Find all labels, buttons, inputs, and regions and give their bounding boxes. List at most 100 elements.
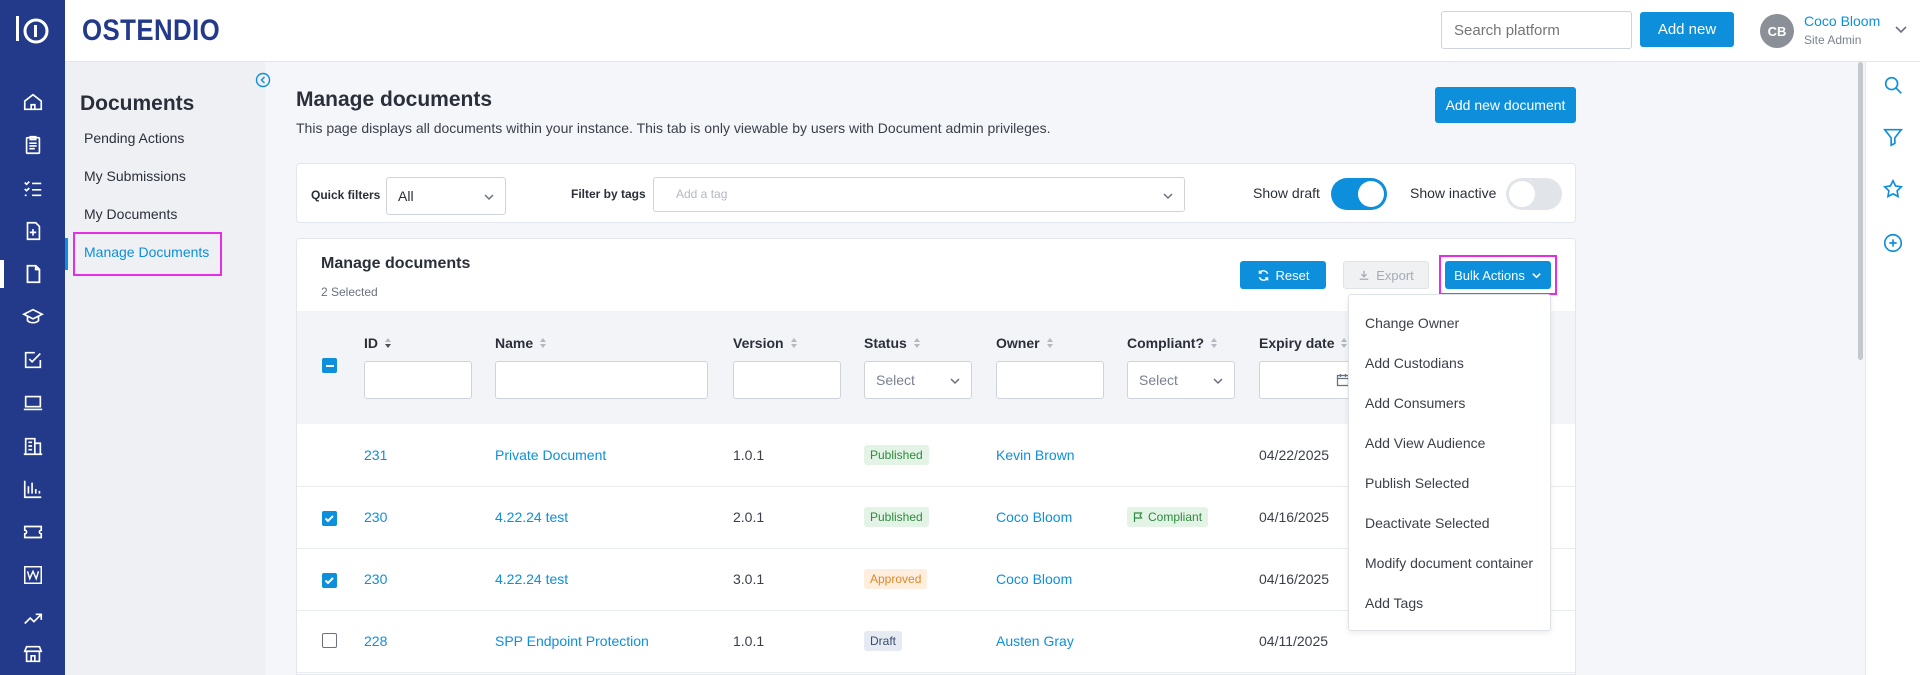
row-id[interactable]: 230 xyxy=(364,509,387,525)
home-icon[interactable] xyxy=(0,82,65,122)
add-document-icon[interactable] xyxy=(0,211,65,251)
sidebar-item-manage-documents[interactable]: Manage Documents xyxy=(84,244,209,260)
column-header-status[interactable]: Status xyxy=(864,335,921,351)
column-header-compliant[interactable]: Compliant? xyxy=(1127,335,1218,351)
row-checkbox[interactable] xyxy=(322,633,337,648)
row-owner[interactable]: Coco Bloom xyxy=(996,571,1072,587)
menu-item-change-owner[interactable]: Change Owner xyxy=(1365,315,1459,331)
menu-item-modify-document-container[interactable]: Modify document container xyxy=(1365,555,1533,571)
add-new-document-button[interactable]: Add new document xyxy=(1435,87,1576,123)
brand-logo[interactable]: OSTENDIO xyxy=(82,14,220,48)
chevron-down-icon xyxy=(1162,189,1174,205)
sidebar-item-my-submissions[interactable]: My Submissions xyxy=(84,168,186,184)
trending-up-icon[interactable] xyxy=(0,598,65,638)
document-icon[interactable] xyxy=(0,254,65,294)
column-header-owner[interactable]: Owner xyxy=(996,335,1054,351)
bulk-actions-label: Bulk Actions xyxy=(1454,267,1525,283)
bar-chart-icon[interactable] xyxy=(0,469,65,509)
check-square-icon[interactable] xyxy=(0,340,65,380)
sort-icon[interactable] xyxy=(1046,337,1054,349)
row-name[interactable]: SPP Endpoint Protection xyxy=(495,633,649,649)
filter-icon[interactable] xyxy=(1882,126,1904,153)
column-header-expiry-date[interactable]: Expiry date xyxy=(1259,335,1348,351)
compliant-filter-select[interactable]: Select xyxy=(1127,361,1235,399)
menu-item-add-consumers[interactable]: Add Consumers xyxy=(1365,395,1465,411)
sort-icon[interactable] xyxy=(913,337,921,349)
check-icon xyxy=(324,577,334,585)
star-icon[interactable] xyxy=(1882,178,1904,205)
avatar[interactable]: CB xyxy=(1760,14,1794,48)
row-version: 1.0.1 xyxy=(733,633,765,649)
version-filter-input[interactable] xyxy=(733,361,841,399)
row-name[interactable]: 4.22.24 test xyxy=(495,509,568,525)
row-id[interactable]: 230 xyxy=(364,571,387,587)
show-draft-toggle[interactable] xyxy=(1331,178,1387,210)
row-owner[interactable]: Coco Bloom xyxy=(996,509,1072,525)
show-inactive-label: Show inactive xyxy=(1410,185,1497,201)
show-inactive-toggle[interactable] xyxy=(1506,178,1562,210)
quick-filters-select[interactable]: All xyxy=(386,177,506,215)
row-id[interactable]: 231 xyxy=(364,447,387,463)
menu-item-deactivate-selected[interactable]: Deactivate Selected xyxy=(1365,515,1490,531)
bulk-actions-button[interactable]: Bulk Actions xyxy=(1445,261,1551,289)
owner-filter-input[interactable] xyxy=(996,361,1104,399)
column-header-version[interactable]: Version xyxy=(733,335,798,351)
status-badge: Draft xyxy=(864,631,903,651)
row-id[interactable]: 228 xyxy=(364,633,387,649)
row-checkbox[interactable] xyxy=(322,573,337,588)
menu-item-add-tags[interactable]: Add Tags xyxy=(1365,595,1423,611)
status-filter-placeholder: Select xyxy=(876,372,915,388)
status-filter-select[interactable]: Select xyxy=(864,361,972,399)
export-button[interactable]: Export xyxy=(1343,261,1429,289)
sort-icon[interactable] xyxy=(384,337,392,349)
sort-icon[interactable] xyxy=(790,337,798,349)
graduation-cap-icon[interactable] xyxy=(0,297,65,337)
checklist-icon[interactable] xyxy=(0,168,65,208)
plus-circle-icon[interactable] xyxy=(1882,232,1904,259)
row-version: 1.0.1 xyxy=(733,447,765,463)
top-bar: OSTENDIO Add new CB Coco Bloom Site Admi… xyxy=(65,0,1920,62)
user-name[interactable]: Coco Bloom xyxy=(1804,13,1880,29)
laptop-icon[interactable] xyxy=(0,383,65,423)
filter-by-tags-input[interactable]: Add a tag xyxy=(653,177,1185,212)
ticket-icon[interactable] xyxy=(0,512,65,552)
menu-item-add-view-audience[interactable]: Add View Audience xyxy=(1365,435,1485,451)
row-version: 3.0.1 xyxy=(733,571,765,587)
collapse-sidebar-icon[interactable] xyxy=(255,72,271,93)
refresh-icon xyxy=(1258,269,1268,281)
menu-item-add-custodians[interactable]: Add Custodians xyxy=(1365,355,1464,371)
sort-icon[interactable] xyxy=(1210,337,1218,349)
column-header-name[interactable]: Name xyxy=(495,335,547,351)
row-owner[interactable]: Austen Gray xyxy=(996,633,1074,649)
page-description: This page displays all documents within … xyxy=(296,120,1051,136)
chevron-down-icon[interactable] xyxy=(1894,22,1908,41)
add-new-button[interactable]: Add new xyxy=(1640,12,1734,47)
menu-item-publish-selected[interactable]: Publish Selected xyxy=(1365,475,1469,491)
search-platform-input[interactable] xyxy=(1441,11,1632,49)
row-name[interactable]: 4.22.24 test xyxy=(495,571,568,587)
select-all-checkbox[interactable] xyxy=(322,358,337,373)
name-filter-input[interactable] xyxy=(495,361,708,399)
scrollbar-thumb[interactable] xyxy=(1858,62,1863,360)
store-icon[interactable] xyxy=(0,634,65,674)
sidebar-item-my-documents[interactable]: My Documents xyxy=(84,206,177,222)
flag-icon xyxy=(1133,511,1143,522)
reset-button[interactable]: Reset xyxy=(1240,261,1326,289)
wiki-icon[interactable] xyxy=(0,555,65,595)
app-logo-icon[interactable] xyxy=(0,0,65,62)
row-owner[interactable]: Kevin Brown xyxy=(996,447,1075,463)
sidebar-item-pending-actions[interactable]: Pending Actions xyxy=(84,130,184,146)
chevron-down-icon xyxy=(1532,272,1541,278)
user-role: Site Admin xyxy=(1804,33,1862,47)
id-filter-input[interactable] xyxy=(364,361,472,399)
sort-icon[interactable] xyxy=(539,337,547,349)
bulk-actions-menu: Change Owner Add Custodians Add Consumer… xyxy=(1348,294,1551,631)
building-icon[interactable] xyxy=(0,426,65,466)
column-header-id[interactable]: ID xyxy=(364,335,392,351)
row-checkbox[interactable] xyxy=(322,511,337,526)
clipboard-icon[interactable] xyxy=(0,125,65,165)
search-icon[interactable] xyxy=(1882,74,1904,101)
row-expiry: 04/16/2025 xyxy=(1259,571,1330,587)
row-name[interactable]: Private Document xyxy=(495,447,606,463)
chevron-down-icon xyxy=(949,374,961,390)
